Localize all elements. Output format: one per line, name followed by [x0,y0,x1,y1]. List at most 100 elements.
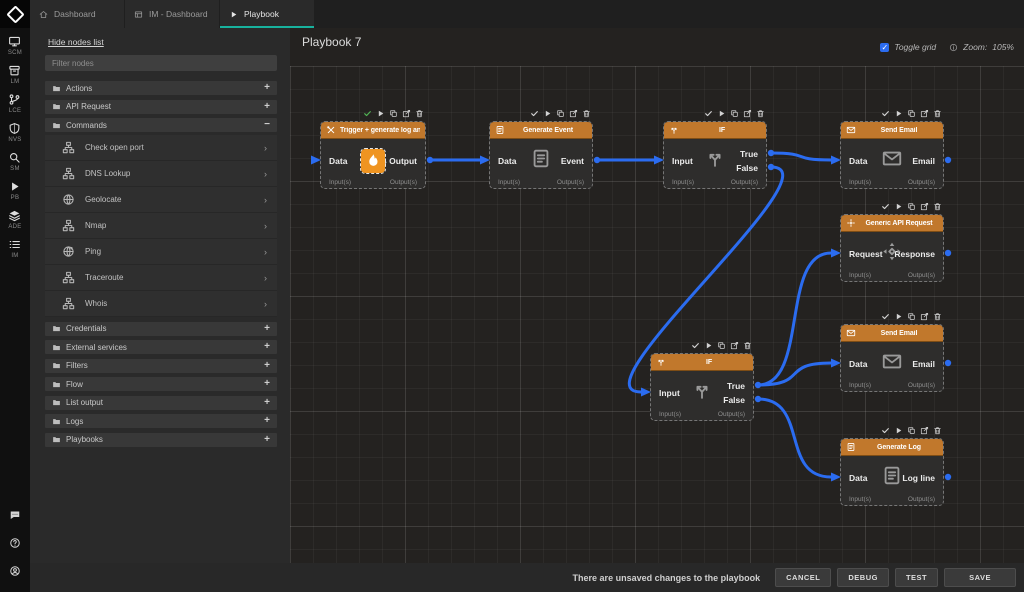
trash-icon[interactable] [415,109,424,118]
category-credentials[interactable]: Credentials+ [45,322,277,336]
node-generic-api-request[interactable]: Generic API RequestRequestResponseInput(… [840,214,944,282]
expand-icon[interactable]: + [264,361,270,371]
tab-im-dashboard[interactable]: IM - Dashboard [125,0,220,28]
cancel-button[interactable]: CANCEL [775,568,831,587]
rail-help-icon[interactable] [9,536,21,554]
node-header[interactable]: Generate Log [841,439,943,456]
node-item-ping[interactable]: Ping› [45,239,277,265]
copy-icon[interactable] [717,341,726,350]
category-playbooks[interactable]: Playbooks+ [45,433,277,447]
node-if[interactable]: IFInputTrueFalseInput(s)Output(s) [663,121,767,189]
expand-icon[interactable]: + [264,435,270,445]
copy-icon[interactable] [907,202,916,211]
copy-icon[interactable] [907,312,916,321]
expand-icon[interactable]: + [264,83,270,93]
node-send-email[interactable]: Send EmailDataEmailInput(s)Output(s) [840,324,944,392]
copy-icon[interactable] [907,109,916,118]
check-icon[interactable] [881,312,890,321]
trash-icon[interactable] [933,312,942,321]
tab-dashboard[interactable]: Dashboard [30,0,125,28]
node-trigger-generate-log-and[interactable]: Trigger + generate log andDataPB OutputI… [320,121,426,189]
filter-nodes-input[interactable] [45,55,277,71]
category-actions[interactable]: Actions+ [45,81,277,95]
rail-user-icon[interactable] [9,564,21,582]
check-icon[interactable] [363,109,372,118]
copy-icon[interactable] [730,109,739,118]
node-header[interactable]: Generate Event [490,122,592,139]
node-generate-event[interactable]: Generate EventDataEventInput(s)Output(s) [489,121,593,189]
copy-icon[interactable] [907,426,916,435]
category-list-output[interactable]: List output+ [45,396,277,410]
play-icon[interactable] [894,109,903,118]
node-item-check-open-port[interactable]: Check open port› [45,135,277,161]
node-header[interactable]: IF [651,354,753,371]
test-button[interactable]: TEST [895,568,938,587]
category-logs[interactable]: Logs+ [45,414,277,428]
play-icon[interactable] [704,341,713,350]
node-generate-log[interactable]: Generate LogDataLog lineInput(s)Output(s… [840,438,944,506]
check-icon[interactable] [881,202,890,211]
node-item-dns-lookup[interactable]: DNS Lookup› [45,161,277,187]
play-icon[interactable] [894,426,903,435]
play-icon[interactable] [543,109,552,118]
app-logo[interactable] [0,0,30,28]
play-icon[interactable] [894,312,903,321]
category-flow[interactable]: Flow+ [45,377,277,391]
rail-item-im[interactable]: IM [8,238,21,259]
rail-item-nvs[interactable]: NVS [8,122,21,143]
node-header[interactable]: Generic API Request [841,215,943,232]
expand-icon[interactable]: + [264,379,270,389]
category-commands[interactable]: Commands− [45,118,277,132]
collapse-icon[interactable]: − [264,120,270,130]
node-header[interactable]: Send Email [841,122,943,139]
save-button[interactable]: SAVE [944,568,1016,587]
edit-icon[interactable] [402,109,411,118]
tab-playbook[interactable]: Playbook [220,0,315,28]
rail-item-pb[interactable]: PB [8,180,21,201]
play-icon[interactable] [717,109,726,118]
node-item-geolocate[interactable]: Geolocate› [45,187,277,213]
play-icon[interactable] [894,202,903,211]
edit-icon[interactable] [920,202,929,211]
rail-chat-icon[interactable] [9,508,21,526]
expand-icon[interactable]: + [264,102,270,112]
category-filters[interactable]: Filters+ [45,359,277,373]
trash-icon[interactable] [756,109,765,118]
edit-icon[interactable] [569,109,578,118]
node-if[interactable]: IFInputTrueFalseInput(s)Output(s) [650,353,754,421]
category-external-services[interactable]: External services+ [45,340,277,354]
check-icon[interactable] [881,426,890,435]
expand-icon[interactable]: + [264,398,270,408]
expand-icon[interactable]: + [264,416,270,426]
check-icon[interactable] [691,341,700,350]
edit-icon[interactable] [920,109,929,118]
rail-item-scm[interactable]: SCM [8,35,22,56]
trash-icon[interactable] [743,341,752,350]
edit-icon[interactable] [920,426,929,435]
trash-icon[interactable] [582,109,591,118]
rail-item-lce[interactable]: LCE [8,93,21,114]
node-header[interactable]: Send Email [841,325,943,342]
node-item-traceroute[interactable]: Traceroute› [45,265,277,291]
edit-icon[interactable] [920,312,929,321]
node-header[interactable]: IF [664,122,766,139]
copy-icon[interactable] [556,109,565,118]
node-send-email[interactable]: Send EmailDataEmailInput(s)Output(s) [840,121,944,189]
edit-icon[interactable] [743,109,752,118]
rail-item-ade[interactable]: ADE [8,209,21,230]
node-item-nmap[interactable]: Nmap› [45,213,277,239]
expand-icon[interactable]: + [264,342,270,352]
node-header[interactable]: Trigger + generate log and [321,122,425,139]
copy-icon[interactable] [389,109,398,118]
play-icon[interactable] [376,109,385,118]
debug-button[interactable]: DEBUG [837,568,889,587]
edit-icon[interactable] [730,341,739,350]
check-icon[interactable] [530,109,539,118]
rail-item-sm[interactable]: SM [8,151,21,172]
expand-icon[interactable]: + [264,324,270,334]
check-icon[interactable] [881,109,890,118]
category-api-request[interactable]: API Request+ [45,100,277,114]
node-item-whois[interactable]: Whois› [45,291,277,317]
trash-icon[interactable] [933,109,942,118]
rail-item-lm[interactable]: LM [8,64,21,85]
